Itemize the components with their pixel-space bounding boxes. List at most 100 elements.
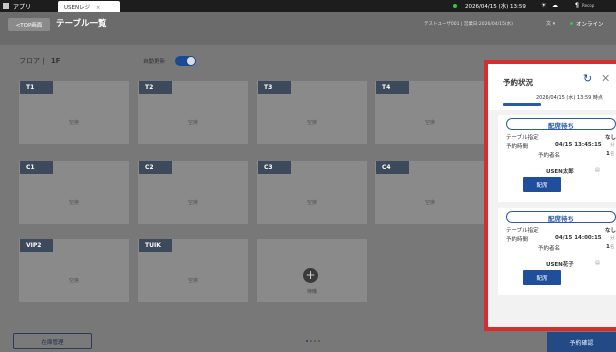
table-status: 空席	[187, 120, 198, 126]
table-row: テーブル指定 なし	[506, 133, 616, 141]
table-card[interactable]: C4 空席	[375, 161, 485, 224]
cloud-icon: ☁	[552, 2, 558, 9]
browser-tab[interactable]: USENレジ ×	[58, 1, 120, 12]
reservation-panel: 予約状況 ↻ ✕ 2026/04/15 (水) 13:59 時点 配席待ち テー…	[484, 60, 616, 331]
time-label: 予約時間	[506, 237, 529, 243]
online-status: オンライン	[576, 22, 604, 28]
table-name: C4	[376, 161, 409, 174]
page-dot	[306, 340, 308, 342]
reservation-status: 配席待ち	[506, 118, 616, 130]
table-status: 空席	[306, 200, 317, 206]
refresh-icon[interactable]: ↻	[583, 72, 592, 85]
table-name: C2	[139, 161, 172, 174]
assign-seat-button[interactable]: 配席	[523, 177, 561, 192]
table-name: C3	[258, 161, 291, 174]
shop-label: Recop	[582, 3, 595, 8]
reservation-confirm-button[interactable]: 予約確認	[547, 332, 616, 352]
reservation-list[interactable]: 配席待ち テーブル指定 なし 予約時間 04/15 13:45:15 分 予約者…	[488, 110, 616, 327]
table-value: なし	[605, 228, 616, 234]
memo-icon: ▤	[595, 260, 600, 266]
system-datetime: 2026/04/15 (水) 13:59	[465, 4, 526, 10]
table-label: テーブル指定	[506, 228, 539, 234]
connection-status-icon	[453, 4, 457, 8]
online-status-icon	[570, 22, 573, 25]
time-value: 04/15 14:00:15	[555, 235, 602, 241]
reservation-name: USEN花子	[546, 262, 574, 268]
table-card[interactable]: T4 空席	[375, 81, 485, 144]
toggle-knob	[187, 57, 195, 65]
table-row: テーブル指定 なし	[506, 226, 616, 234]
count-row: 予約者名 1 名	[506, 244, 615, 252]
inventory-button[interactable]: 在庫管理	[13, 333, 92, 349]
user-info: テストユーザ001 | 営業日:2026/04/15(水)	[424, 22, 513, 27]
add-waiting-label: 待機	[306, 289, 317, 295]
time-label: 予約時間	[506, 144, 529, 150]
table-name: T4	[376, 81, 409, 94]
table-name: T2	[139, 81, 172, 94]
panel-title: 予約状況	[503, 78, 533, 87]
floor-label: フロア	[19, 57, 40, 65]
table-name: T3	[258, 81, 291, 94]
count-row: 予約者名 1 名	[506, 151, 615, 159]
scroll-indicator	[503, 103, 541, 106]
count-label: 予約者名	[538, 153, 561, 159]
page-indicator	[306, 340, 320, 342]
table-card[interactable]: T1 空席	[19, 81, 129, 144]
table-label: テーブル指定	[506, 135, 539, 141]
page-dot	[314, 340, 316, 342]
time-row: 予約時間 04/15 14:00:15 分	[506, 235, 615, 243]
panel-timestamp: 2026/04/15 (水) 13:59 時点	[536, 95, 603, 101]
app-header: <TOP画面 テーブル一覧 テストユーザ001 | 営業日:2026/04/15…	[0, 12, 616, 45]
count-unit: 名	[610, 152, 615, 157]
apps-label[interactable]: アプリ	[13, 2, 31, 11]
table-status: 空席	[68, 120, 79, 126]
table-card[interactable]: T3 空席	[257, 81, 367, 144]
page-dot	[318, 340, 320, 342]
add-waiting-card[interactable]: + 待機	[257, 239, 367, 302]
table-card[interactable]: C2 空席	[138, 161, 248, 224]
table-status: 空席	[424, 200, 435, 206]
tab-title: USENレジ	[64, 5, 91, 11]
fork-knife-icon: ¶	[575, 2, 579, 9]
table-name: C1	[20, 161, 53, 174]
reservation-name: USEN太郎	[546, 169, 574, 175]
plus-icon: +	[303, 268, 318, 283]
time-unit: 分	[610, 236, 615, 241]
table-value: なし	[605, 135, 616, 141]
table-card[interactable]: C3 空席	[257, 161, 367, 224]
table-card[interactable]: TUIK 空席	[138, 239, 248, 302]
time-row: 予約時間 04/15 13:45:15 分	[506, 142, 615, 150]
table-status: 空席	[424, 120, 435, 126]
table-status: 空席	[68, 200, 79, 206]
top-screen-button[interactable]: <TOP画面	[8, 18, 50, 31]
table-name: VIP2	[20, 239, 53, 252]
table-status: 空席	[68, 278, 79, 284]
count-label: 予約者名	[538, 246, 561, 252]
table-name: TUIK	[139, 239, 172, 252]
table-status: 空席	[187, 278, 198, 284]
time-value: 04/15 13:45:15	[555, 142, 602, 148]
auto-refresh-toggle[interactable]	[175, 56, 196, 66]
time-unit: 分	[610, 143, 615, 148]
sun-icon: ☀	[541, 2, 547, 9]
auto-refresh-label: 自動更新	[143, 59, 166, 65]
apps-grid-icon[interactable]	[3, 3, 9, 9]
page-title: テーブル一覧	[56, 19, 107, 29]
count-unit: 名	[610, 245, 615, 250]
close-icon[interactable]: ✕	[601, 72, 610, 85]
tab-close-icon[interactable]: ×	[96, 5, 101, 11]
page-dot	[310, 340, 312, 342]
table-card[interactable]: VIP2 空席	[19, 239, 129, 302]
memo-icon: ▤	[595, 167, 600, 173]
language-select[interactable]: 文 ▾	[546, 20, 555, 27]
table-card[interactable]: T2 空席	[138, 81, 248, 144]
reservation-status: 配席待ち	[506, 211, 616, 223]
assign-seat-button[interactable]: 配席	[523, 270, 561, 285]
floor-selector[interactable]: フロア | 1F	[19, 56, 60, 66]
table-card[interactable]: C1 空席	[19, 161, 129, 224]
table-name: T1	[20, 81, 53, 94]
reservation-card: 配席待ち テーブル指定 なし 予約時間 04/15 13:45:15 分 予約者…	[498, 115, 616, 202]
table-status: 空席	[306, 120, 317, 126]
reservation-card: 配席待ち テーブル指定 なし 予約時間 04/15 14:00:15 分 予約者…	[498, 208, 616, 295]
table-status: 空席	[187, 200, 198, 206]
